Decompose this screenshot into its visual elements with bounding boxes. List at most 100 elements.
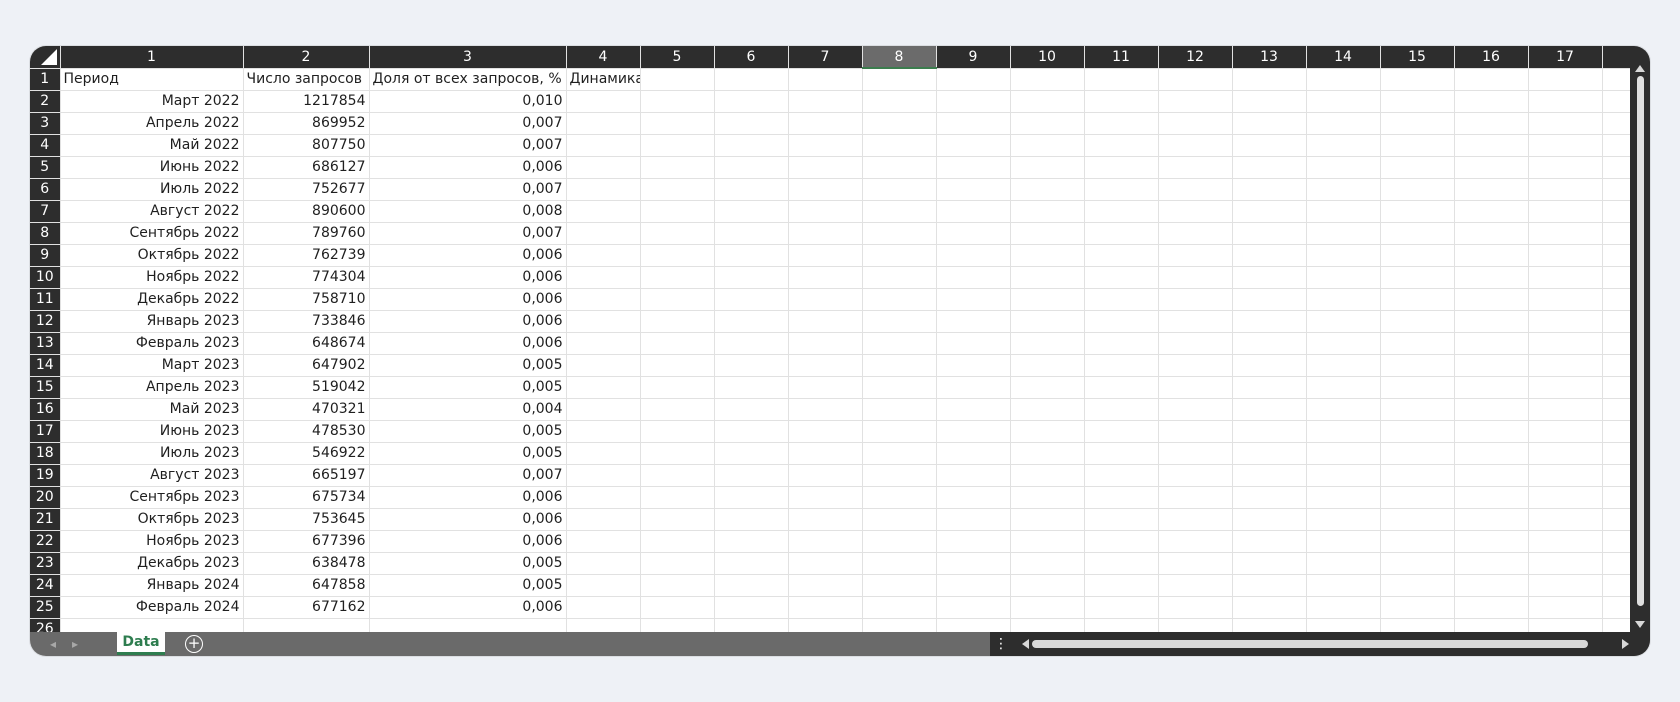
column-header-7[interactable]: 7 [788, 46, 863, 69]
cell[interactable] [862, 266, 937, 289]
cell[interactable] [1232, 376, 1307, 399]
row-header[interactable]: 6 [30, 178, 61, 201]
row-header[interactable]: 8 [30, 222, 61, 245]
row-header[interactable]: 2 [30, 90, 61, 113]
cell[interactable] [1528, 156, 1603, 179]
cell[interactable] [1602, 178, 1630, 201]
share-cell[interactable]: 0,008 [369, 200, 567, 223]
cell[interactable] [1454, 222, 1529, 245]
cell[interactable] [1232, 552, 1307, 575]
cell[interactable] [1528, 574, 1603, 597]
cell[interactable] [640, 398, 715, 421]
cell[interactable] [1528, 112, 1603, 135]
cell[interactable] [1602, 354, 1630, 377]
count-cell[interactable]: 789760 [243, 222, 370, 245]
cell[interactable] [714, 112, 789, 135]
cell[interactable] [1306, 310, 1381, 333]
cell[interactable] [788, 332, 863, 355]
period-cell[interactable]: Октябрь 2022 [60, 244, 244, 267]
cell[interactable] [566, 530, 641, 553]
cell[interactable] [936, 596, 1011, 619]
cell[interactable] [788, 552, 863, 575]
cell[interactable] [1602, 222, 1630, 245]
period-cell[interactable]: Июль 2022 [60, 178, 244, 201]
cell[interactable] [788, 156, 863, 179]
cell[interactable] [1010, 156, 1085, 179]
cell[interactable] [1306, 398, 1381, 421]
cell[interactable] [1232, 596, 1307, 619]
count-cell[interactable]: 677162 [243, 596, 370, 619]
cell[interactable] [936, 376, 1011, 399]
cell[interactable] [936, 68, 1011, 91]
cell[interactable] [1158, 464, 1233, 487]
cell[interactable] [788, 200, 863, 223]
cell[interactable] [566, 266, 641, 289]
share-cell[interactable]: 0,007 [369, 112, 567, 135]
row-header[interactable]: 7 [30, 200, 61, 223]
cell[interactable] [1528, 68, 1603, 91]
count-cell[interactable]: 478530 [243, 420, 370, 443]
cell[interactable] [1232, 332, 1307, 355]
period-cell[interactable]: Июнь 2022 [60, 156, 244, 179]
cell[interactable] [640, 442, 715, 465]
cell[interactable] [640, 244, 715, 267]
cell[interactable] [1232, 486, 1307, 509]
cell[interactable] [1158, 530, 1233, 553]
cell[interactable] [788, 376, 863, 399]
count-cell[interactable]: 686127 [243, 156, 370, 179]
cell[interactable] [1010, 596, 1085, 619]
period-cell[interactable]: Февраль 2024 [60, 596, 244, 619]
cell[interactable] [788, 508, 863, 531]
cell[interactable] [862, 552, 937, 575]
cell[interactable] [1232, 90, 1307, 113]
cell[interactable] [1232, 508, 1307, 531]
count-cell[interactable]: 1217854 [243, 90, 370, 113]
cell[interactable] [936, 486, 1011, 509]
cell[interactable] [1602, 508, 1630, 531]
share-cell[interactable]: 0,006 [369, 244, 567, 267]
cell[interactable] [566, 244, 641, 267]
cell[interactable] [1528, 420, 1603, 443]
cell[interactable] [640, 354, 715, 377]
cell[interactable] [1158, 420, 1233, 443]
cell[interactable] [1158, 156, 1233, 179]
cell[interactable] [1380, 618, 1455, 632]
cell[interactable] [936, 156, 1011, 179]
cell[interactable] [1084, 156, 1159, 179]
cell[interactable] [1380, 156, 1455, 179]
cell[interactable] [1528, 178, 1603, 201]
cell[interactable] [1454, 354, 1529, 377]
cell[interactable] [1528, 552, 1603, 575]
cell[interactable] [1084, 112, 1159, 135]
cell[interactable] [1380, 552, 1455, 575]
row-header[interactable]: 12 [30, 310, 61, 333]
cell[interactable] [1010, 508, 1085, 531]
cell[interactable] [936, 508, 1011, 531]
row-header[interactable]: 22 [30, 530, 61, 553]
cell[interactable] [1602, 68, 1630, 91]
share-cell[interactable]: 0,005 [369, 420, 567, 443]
row-header[interactable]: 21 [30, 508, 61, 531]
share-cell[interactable]: 0,007 [369, 222, 567, 245]
column-header-8[interactable]: 8 [862, 46, 937, 69]
cell[interactable] [640, 376, 715, 399]
cell[interactable] [566, 112, 641, 135]
cell[interactable] [936, 332, 1011, 355]
select-all-icon[interactable] [30, 46, 61, 69]
cell[interactable] [1306, 420, 1381, 443]
cell[interactable] [566, 574, 641, 597]
share-cell[interactable]: 0,006 [369, 596, 567, 619]
cell[interactable] [1306, 332, 1381, 355]
count-cell[interactable]: 762739 [243, 244, 370, 267]
cell[interactable] [1158, 574, 1233, 597]
share-cell[interactable]: 0,007 [369, 178, 567, 201]
row-header[interactable]: 26 [30, 618, 61, 632]
cell[interactable] [1010, 200, 1085, 223]
cell[interactable] [1380, 398, 1455, 421]
period-cell[interactable]: Август 2023 [60, 464, 244, 487]
cell[interactable] [1380, 530, 1455, 553]
cell[interactable] [1158, 112, 1233, 135]
column-header-17[interactable]: 17 [1528, 46, 1603, 69]
count-cell[interactable]: 677396 [243, 530, 370, 553]
cell[interactable] [714, 178, 789, 201]
